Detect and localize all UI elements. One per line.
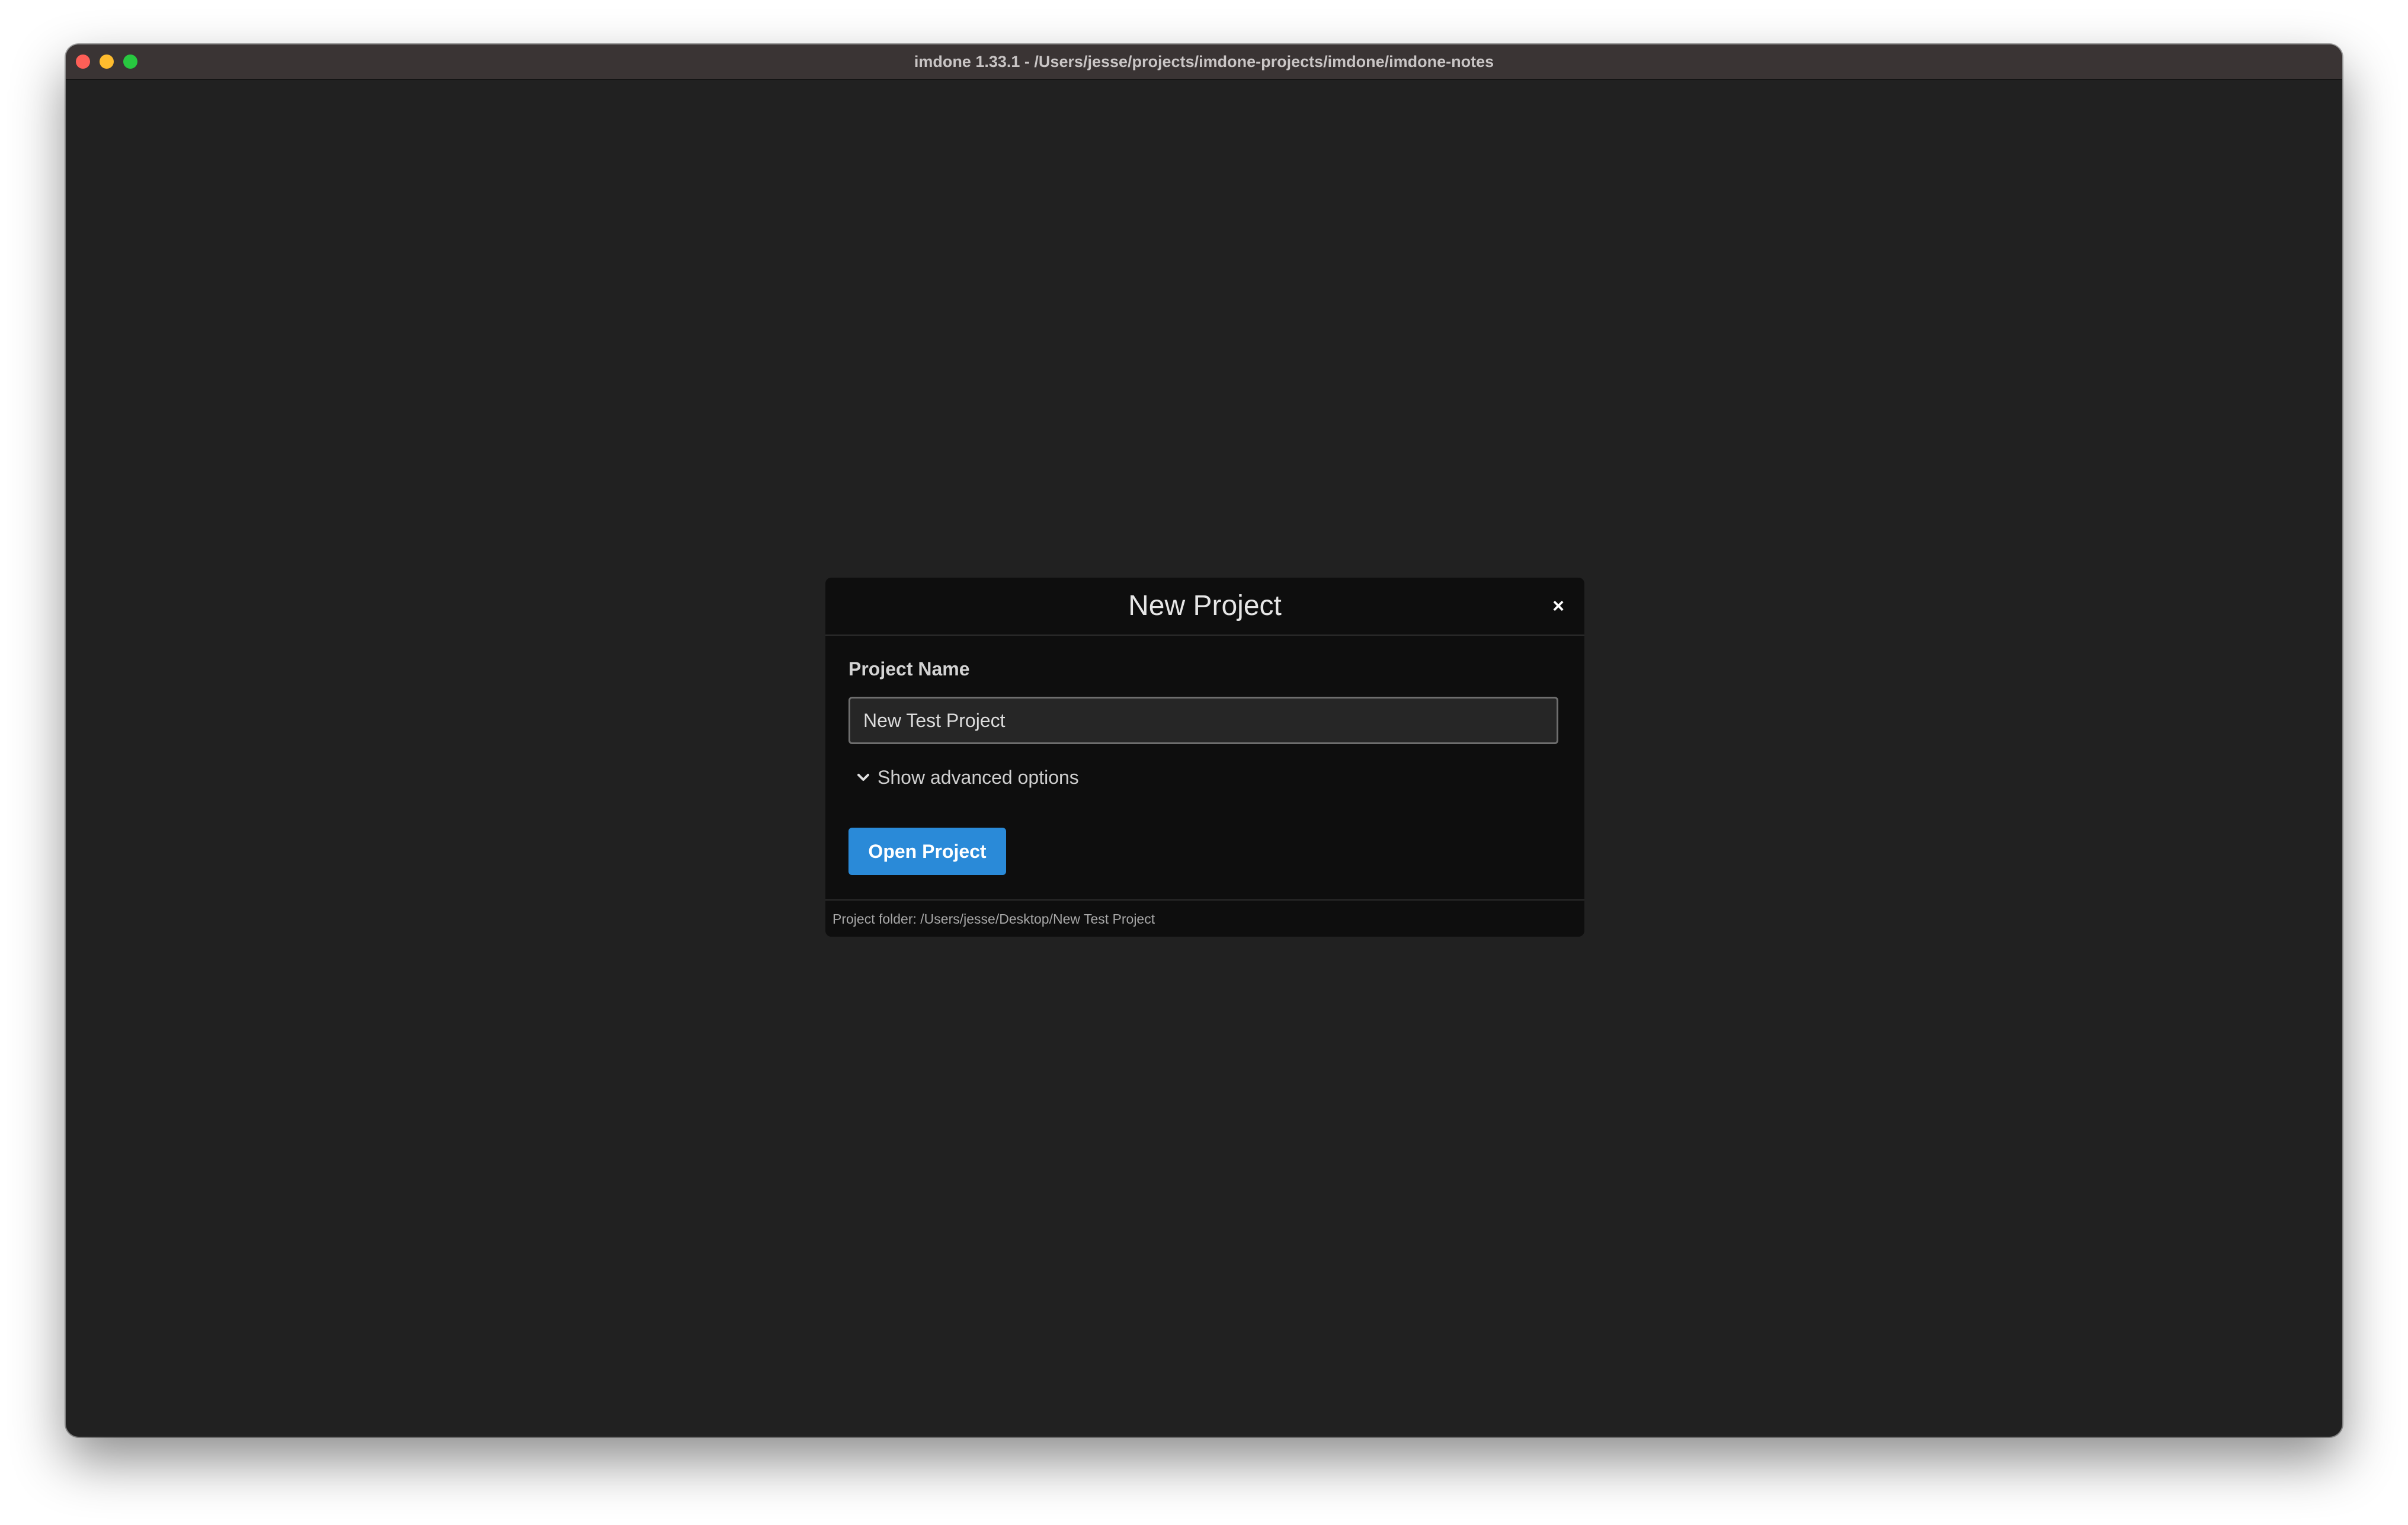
project-name-label: Project Name	[848, 658, 970, 680]
project-name-input[interactable]	[848, 697, 1558, 744]
window-title: imdone 1.33.1 - /Users/jesse/projects/im…	[914, 53, 1494, 71]
new-project-dialog: New Project × Project Name Show advanced…	[825, 578, 1584, 937]
dialog-header: New Project ×	[825, 578, 1584, 636]
dialog-title: New Project	[1128, 590, 1282, 621]
title-bar: imdone 1.33.1 - /Users/jesse/projects/im…	[66, 44, 2342, 80]
close-icon[interactable]: ×	[1548, 595, 1569, 617]
open-project-button[interactable]: Open Project	[848, 828, 1006, 875]
project-folder-path: Project folder: /Users/jesse/Desktop/New…	[832, 911, 1155, 927]
chevron-down-icon	[857, 774, 869, 781]
app-window: imdone 1.33.1 - /Users/jesse/projects/im…	[66, 44, 2342, 1437]
show-advanced-options-label: Show advanced options	[878, 766, 1079, 788]
dialog-footer: Project folder: /Users/jesse/Desktop/New…	[825, 899, 1584, 937]
show-advanced-options-toggle[interactable]: Show advanced options	[855, 764, 1079, 790]
